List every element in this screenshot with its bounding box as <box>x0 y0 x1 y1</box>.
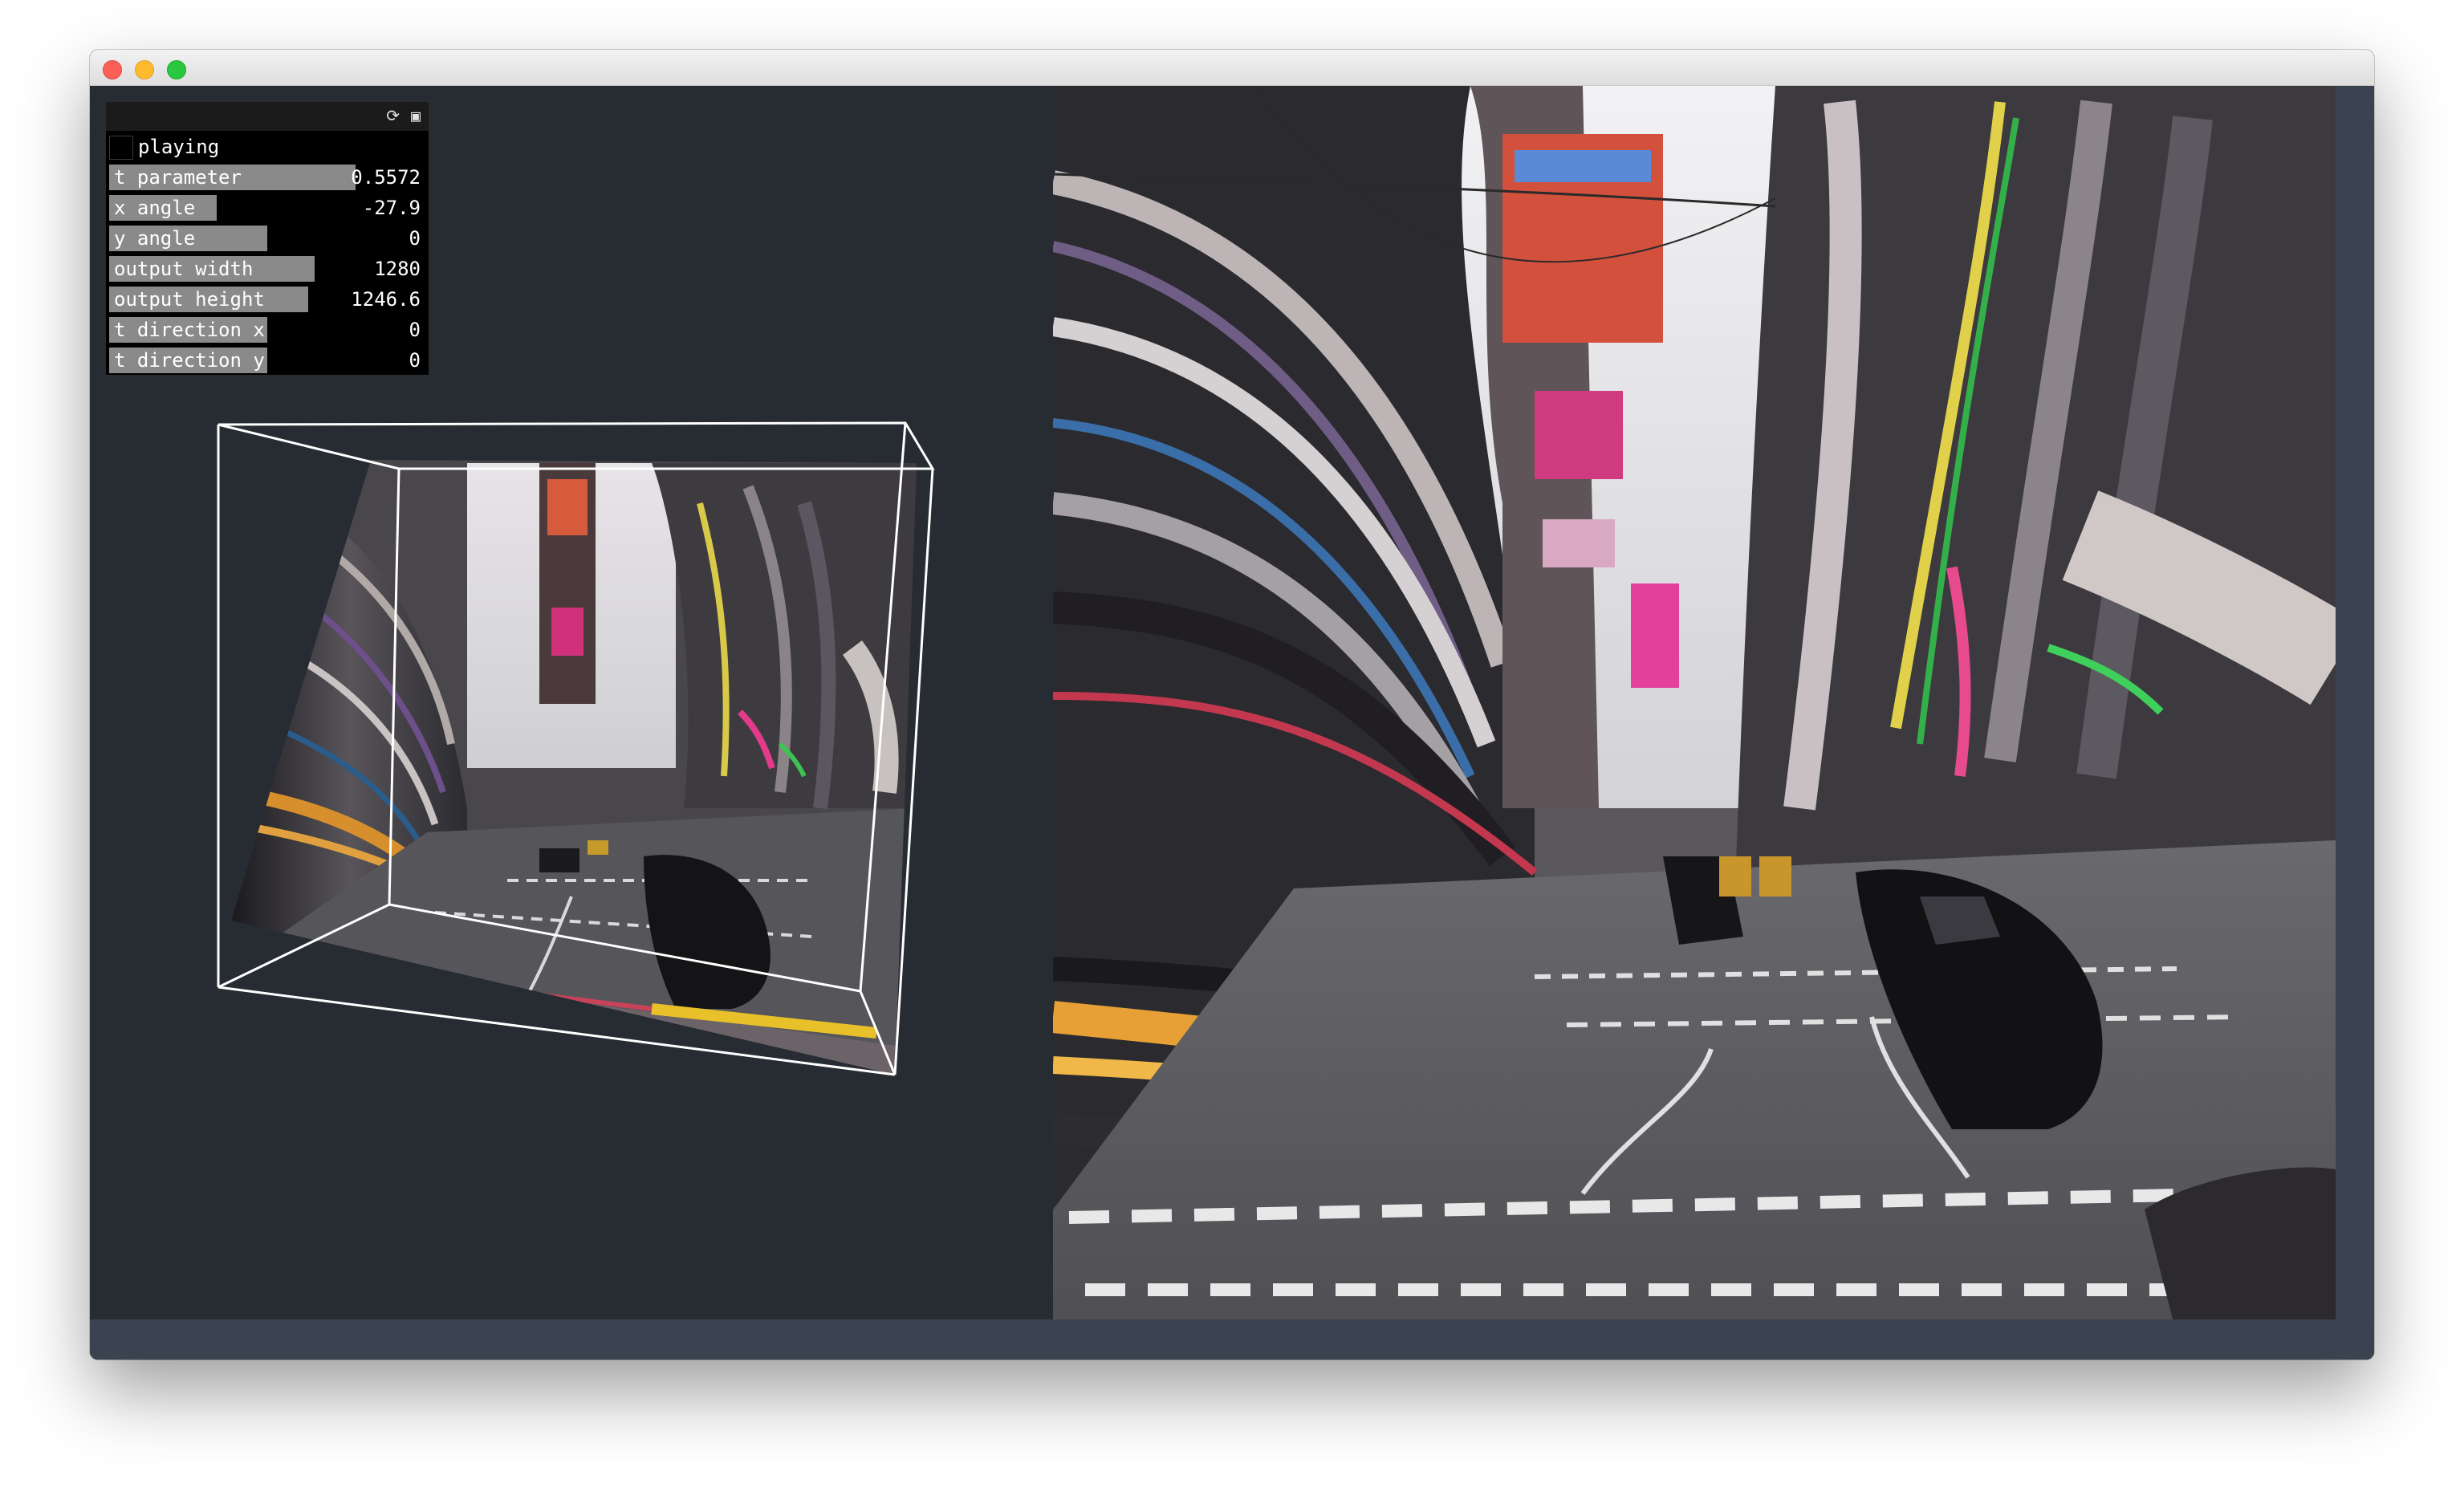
minimize-button[interactable] <box>135 60 154 79</box>
param-slider-t-direction-x[interactable]: t direction x 0 <box>106 315 429 344</box>
slider-value: 0 <box>409 319 421 341</box>
param-slider-y-angle[interactable]: y angle 0 <box>106 224 429 253</box>
slider-value: -27.9 <box>362 197 421 219</box>
slider-value: 0 <box>409 227 421 250</box>
zoom-button[interactable] <box>167 60 186 79</box>
playing-checkbox[interactable] <box>109 136 133 160</box>
slider-label: y angle <box>114 227 196 250</box>
param-slider-x-angle[interactable]: x angle -27.9 <box>106 193 429 222</box>
control-panel: ⟳ ▣ playing t parameter 0.5572 x angle -27.… <box>106 102 429 375</box>
output-image <box>1053 86 2336 1335</box>
param-slider-output-width[interactable]: output width 1280 <box>106 254 429 283</box>
slider-value: 0.5572 <box>351 166 421 189</box>
slider-value: 1280 <box>374 258 421 280</box>
slider-label: t parameter <box>114 166 242 189</box>
slider-value: 1246.6 <box>351 288 421 311</box>
app-content: ⟳ ▣ playing t parameter 0.5572 x angle -27.… <box>90 86 2374 1360</box>
app-window: ⟳ ▣ playing t parameter 0.5572 x angle -27.… <box>90 50 2374 1360</box>
playing-label: playing <box>138 136 220 158</box>
slider-label: t direction x <box>114 319 265 341</box>
refresh-icon[interactable]: ⟳ <box>386 106 400 125</box>
playing-toggle[interactable]: playing <box>106 132 429 161</box>
save-icon[interactable]: ▣ <box>411 106 421 125</box>
bottom-strip <box>90 1319 2374 1360</box>
param-slider-t-parameter[interactable]: t parameter 0.5572 <box>106 163 429 192</box>
slider-value: 0 <box>409 349 421 372</box>
slider-label: t direction y <box>114 349 265 372</box>
preview-image <box>231 460 917 1075</box>
param-slider-output-height[interactable]: output height 1246.6 <box>106 285 429 314</box>
title-bar <box>90 50 2374 86</box>
slider-label: output width <box>114 258 254 280</box>
slider-label: x angle <box>114 197 196 219</box>
close-button[interactable] <box>103 60 122 79</box>
slider-label: output height <box>114 288 265 311</box>
right-edge-strip <box>2336 86 2374 1360</box>
panel-header: ⟳ ▣ <box>106 102 429 131</box>
param-slider-t-direction-y[interactable]: t direction y 0 <box>106 346 429 375</box>
